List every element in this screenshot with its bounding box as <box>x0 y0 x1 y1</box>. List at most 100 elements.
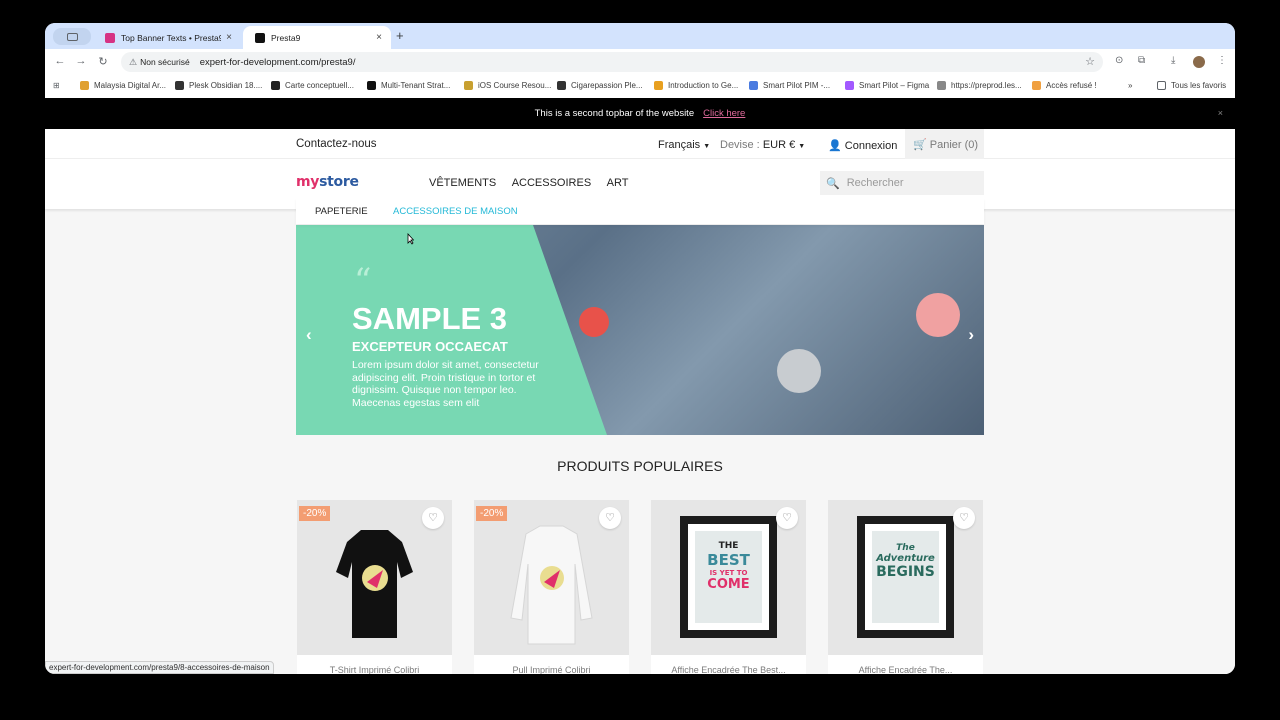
bookmark-item[interactable]: Cigarepassion Ple... <box>557 81 643 90</box>
reload-icon[interactable]: ↻ <box>96 55 110 68</box>
extensions-icon[interactable]: ⧉ <box>1138 55 1145 66</box>
bookmark-favicon-icon <box>654 81 663 90</box>
wishlist-heart-icon[interactable]: ♡ <box>776 507 798 529</box>
poster-text: The <box>896 543 915 553</box>
camera-icon[interactable]: ⊙ <box>1115 55 1123 66</box>
profile-avatar[interactable] <box>1193 56 1205 68</box>
download-icon[interactable]: ⤓ <box>1171 55 1175 66</box>
tab-search-button[interactable] <box>53 28 91 45</box>
close-tab-icon[interactable]: × <box>371 32 387 43</box>
bookmark-label: Introduction to Ge... <box>668 81 739 90</box>
presta9-favicon-icon <box>255 32 265 43</box>
bookmark-favicon-icon <box>749 81 758 90</box>
category-menu: VÊTEMENTS ACCESSOIRES ART <box>429 177 641 189</box>
bookmark-label: Plesk Obsidian 18.... <box>189 81 263 90</box>
menu-item-vetements[interactable]: VÊTEMENTS <box>429 177 496 189</box>
currency-value: EUR € <box>762 139 796 151</box>
menu-kebab-icon[interactable]: ⋮ <box>1217 55 1227 66</box>
close-tab-icon[interactable]: × <box>221 32 237 43</box>
user-icon: 👤 <box>828 140 842 152</box>
bookmark-item[interactable]: Plesk Obsidian 18.... <box>175 81 262 90</box>
address-bar[interactable]: ⚠ Non sécurisé expert-for-development.co… <box>121 52 1103 72</box>
submenu-item-accessoires-de-maison[interactable]: ACCESSOIRES DE MAISON <box>393 206 518 217</box>
bookmark-label: Accès refusé ! <box>1046 81 1097 90</box>
bookmark-favicon-icon <box>464 81 473 90</box>
wishlist-heart-icon[interactable]: ♡ <box>599 507 621 529</box>
menu-item-accessoires[interactable]: ACCESSOIRES <box>512 177 591 189</box>
new-tab-button[interactable]: + <box>396 28 404 43</box>
bookmark-item[interactable]: Malaysia Digital Ar... <box>80 81 166 90</box>
cart-button[interactable]: 🛒 Panier (0) <box>905 129 984 159</box>
bookmark-item[interactable]: iOS Course Resou... <box>464 81 551 90</box>
bookmark-item[interactable]: Multi-Tenant Strat... <box>367 81 450 90</box>
more-bookmarks-icon[interactable]: » <box>1128 81 1132 90</box>
search-icon: 🔍 <box>826 177 840 190</box>
product-name[interactable]: T-Shirt Imprimé Colibri <box>297 665 452 674</box>
browser-toolbar: ← → ↻ ⚠ Non sécurisé expert-for-developm… <box>45 49 1235 75</box>
topbar-text: This is a second topbar of the website <box>534 108 695 119</box>
menu-item-art[interactable]: ART <box>607 177 629 189</box>
login-link[interactable]: 👤 Connexion <box>828 139 897 152</box>
discount-badge: -20% <box>476 506 508 521</box>
product-card[interactable]: -20% ♡ Pull Imprimé Colibri <box>474 500 629 674</box>
slider-next-icon[interactable]: › <box>968 325 974 345</box>
wishlist-heart-icon[interactable]: ♡ <box>422 507 444 529</box>
bookmark-favicon-icon <box>845 81 854 90</box>
poster-frame: THE BEST IS YET TO COME <box>680 516 777 638</box>
section-title: PRODUITS POPULAIRES <box>557 458 723 474</box>
bookmark-favicon-icon <box>271 81 280 90</box>
security-label[interactable]: Non sécurisé <box>140 57 190 67</box>
currency-label: Devise : <box>720 139 760 151</box>
language-selector[interactable]: Français ▼ <box>658 139 710 151</box>
slider-prev-icon[interactable]: ‹ <box>306 325 312 345</box>
bookmark-item[interactable]: Carte conceptuell... <box>271 81 354 90</box>
tab-presta9[interactable]: Presta9 × <box>243 26 391 49</box>
wishlist-heart-icon[interactable]: ♡ <box>953 507 975 529</box>
bookmark-item[interactable]: Introduction to Ge... <box>654 81 738 90</box>
search-placeholder: Rechercher <box>846 177 904 189</box>
url-text[interactable]: expert-for-development.com/presta9/ <box>200 57 356 68</box>
close-topbar-icon[interactable]: × <box>1218 108 1223 118</box>
bookmark-item[interactable]: Smart Pilot – Figma <box>845 81 929 90</box>
browser-window: Top Banner Texts • Presta9 × Presta9 × +… <box>45 23 1235 674</box>
folder-icon <box>1157 81 1166 90</box>
promo-topbar: This is a second topbar of the website C… <box>45 98 1235 129</box>
product-card[interactable]: The Adventure BEGINS ♡ Affiche Encadrée … <box>828 500 983 674</box>
slide-title: SAMPLE 3 <box>352 301 508 336</box>
product-name[interactable]: Affiche Encadrée The Best... <box>651 665 806 674</box>
apps-grid-icon[interactable]: ⊞ <box>53 81 60 90</box>
header-nav: Contactez-nous Français ▼ Devise : EUR €… <box>45 129 1235 159</box>
product-name[interactable]: Affiche Encadrée The... <box>828 665 983 674</box>
tab-group-icon <box>67 33 78 41</box>
store-logo[interactable]: mystore <box>296 174 359 190</box>
poster-text: COME <box>707 577 750 592</box>
bookmark-item[interactable]: Smart Pilot PIM -... <box>749 81 830 90</box>
forward-icon[interactable]: → <box>74 55 88 67</box>
product-name[interactable]: Pull Imprimé Colibri <box>474 665 629 674</box>
submenu-item-papeterie[interactable]: PAPETERIE <box>315 206 368 217</box>
product-card[interactable]: THE BEST IS YET TO COME ♡ Affiche Encadr… <box>651 500 806 674</box>
topbar-link[interactable]: Click here <box>703 108 745 119</box>
tab-top-banner-texts[interactable]: Top Banner Texts • Presta9 × <box>93 26 241 49</box>
bookmark-item[interactable]: Accès refusé ! <box>1032 81 1097 90</box>
search-input[interactable]: 🔍 Rechercher <box>820 171 984 195</box>
contact-link[interactable]: Contactez-nous <box>296 138 377 150</box>
tab-title: Top Banner Texts • Presta9 <box>121 32 221 43</box>
all-favorites-folder[interactable]: Tous les favoris <box>1157 81 1226 90</box>
currency-selector[interactable]: Devise : EUR € ▼ <box>720 139 805 151</box>
product-card[interactable]: -20% ♡ T-Shirt Imprimé Colibri <box>297 500 452 674</box>
hero-slider[interactable]: “ SAMPLE 3 EXCEPTEUR OCCAECAT Lorem ipsu… <box>296 225 984 435</box>
bookmark-label: iOS Course Resou... <box>478 81 552 90</box>
language-label: Français <box>658 139 701 151</box>
bookmark-star-icon[interactable]: ☆ <box>1085 55 1095 68</box>
back-icon[interactable]: ← <box>53 55 67 67</box>
bookmark-label: Smart Pilot PIM -... <box>763 81 831 90</box>
discount-badge: -20% <box>299 506 331 521</box>
poster-text: BEST <box>707 551 750 569</box>
bookmark-label: https://preprod.les... <box>951 81 1022 90</box>
warning-icon[interactable]: ⚠ <box>129 57 137 68</box>
bookmark-label: Carte conceptuell... <box>285 81 354 90</box>
bookmark-item[interactable]: https://preprod.les... <box>937 81 1022 90</box>
jeans-button <box>777 349 821 393</box>
cart-icon: 🛒 <box>913 139 927 151</box>
